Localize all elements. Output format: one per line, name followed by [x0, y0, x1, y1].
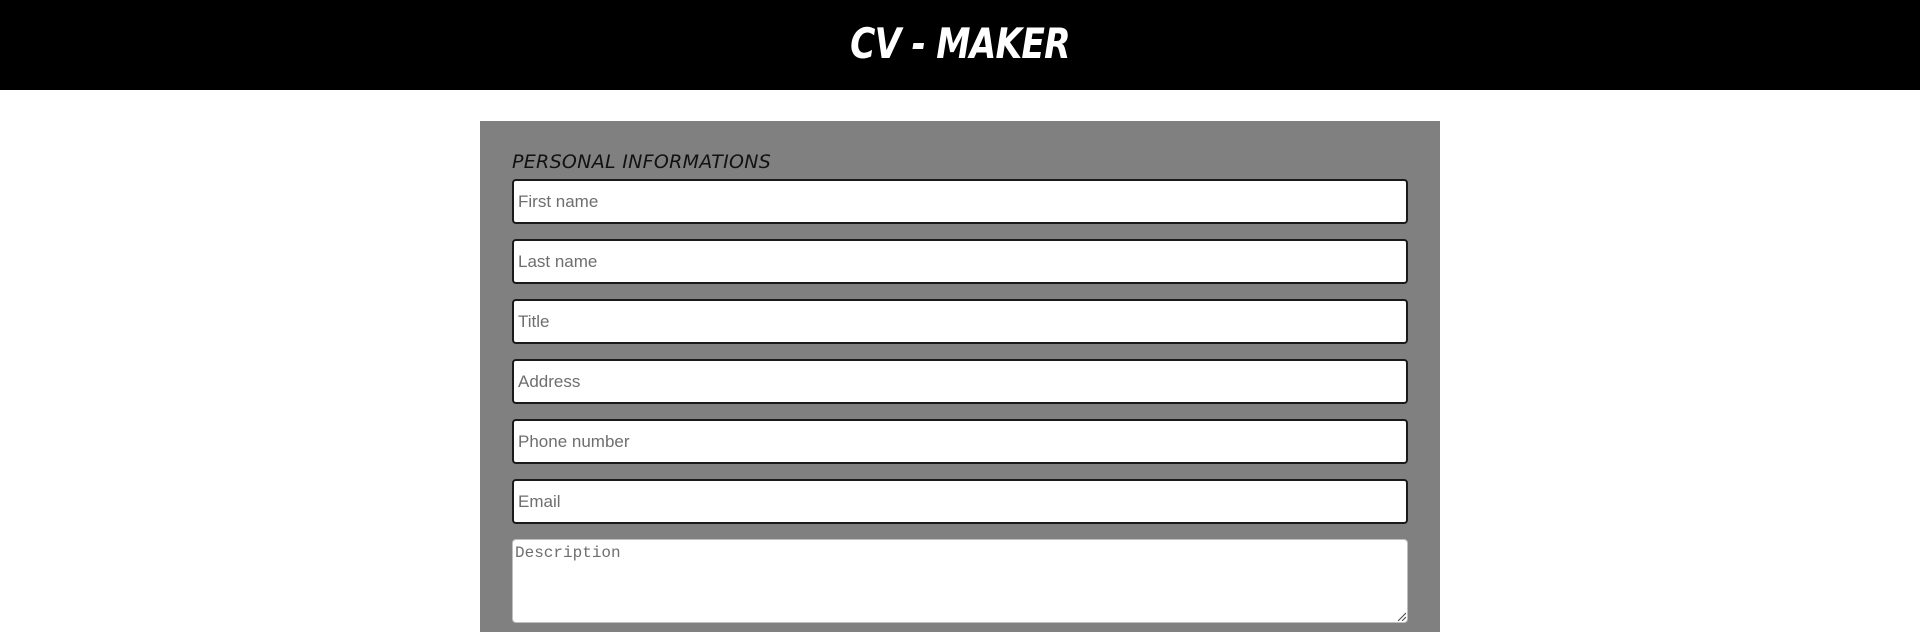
title-input[interactable]: [512, 299, 1408, 344]
personal-information-form: PERSONAL INFORMATIONS: [480, 121, 1440, 632]
first-name-input[interactable]: [512, 179, 1408, 224]
section-heading: PERSONAL INFORMATIONS: [512, 151, 772, 173]
address-input[interactable]: [512, 359, 1408, 404]
resize-grip-icon[interactable]: [1396, 611, 1406, 621]
last-name-input[interactable]: [512, 239, 1408, 284]
phone-number-input[interactable]: [512, 419, 1408, 464]
app-header: CV - MAKER: [0, 0, 1920, 90]
description-textarea[interactable]: [512, 539, 1408, 623]
app-title: CV - MAKER: [850, 18, 1070, 68]
email-input[interactable]: [512, 479, 1408, 524]
